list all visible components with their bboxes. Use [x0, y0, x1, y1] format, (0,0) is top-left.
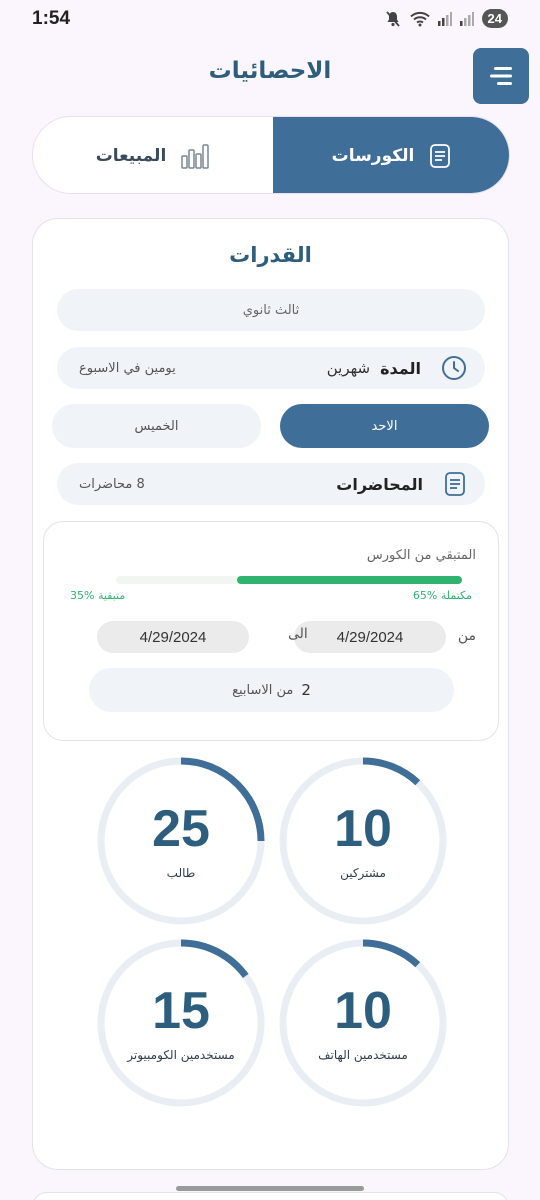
from-date[interactable]: 4/29/2024 [294, 621, 446, 653]
ring-progress-arc [180, 939, 249, 979]
ring-progress-arc [362, 757, 421, 786]
grade-text: ثالث ثانوي [242, 302, 300, 318]
stat-label: مستخدمين الهاتف [318, 1048, 408, 1062]
battery-badge: 24 [481, 9, 508, 28]
to-label: الى [288, 626, 308, 642]
stat-students: 25 طالب [95, 755, 267, 927]
bar-chart-icon [181, 144, 210, 169]
next-card [32, 1192, 509, 1200]
stat-label: مشتركين [340, 866, 386, 880]
remaining-text: 35% متبقية [70, 589, 126, 602]
to-date[interactable]: 4/29/2024 [97, 621, 249, 653]
signal-icon [437, 11, 452, 26]
tab-sales[interactable]: المبيعات [33, 117, 273, 193]
document-icon [445, 472, 465, 496]
course-card: القدرات ثالث ثانوي المدة شهرين يومين في … [32, 218, 509, 1170]
lectures-count: 8 محاضرات [79, 476, 145, 492]
day-thursday-button[interactable]: الخميس [52, 404, 261, 448]
page-title: الاحصائيات [208, 58, 332, 84]
menu-icon [490, 67, 512, 85]
progress-track [116, 576, 462, 584]
status-icons: 24 [384, 9, 508, 28]
duration-label: المدة [380, 358, 421, 378]
stat-phone-users: 10 مستخدمين الهاتف [277, 937, 449, 1109]
course-title: القدرات [229, 243, 312, 267]
stat-value: 10 [334, 800, 392, 858]
menu-button[interactable] [473, 48, 529, 104]
weeks-pill: 2 من الاسابيع [89, 668, 454, 712]
stat-value: 15 [152, 982, 210, 1040]
duration-schedule: يومين في الاسبوع [79, 360, 176, 376]
status-bar: 1:54 24 [0, 0, 540, 40]
stat-computer-users: 15 مستخدمين الكومبيوتر [95, 937, 267, 1109]
day-sunday-button[interactable]: الاحد [280, 404, 489, 448]
duration-value: شهرين [326, 359, 371, 377]
stat-label: مستخدمين الكومبيوتر [127, 1048, 235, 1062]
lectures-row: المحاضرات 8 محاضرات [57, 463, 485, 505]
tab-courses-label: الكورسات [331, 146, 415, 166]
mute-icon [385, 10, 400, 27]
tabs: المبيعات الكورسات [32, 116, 510, 194]
stat-value: 10 [334, 982, 392, 1040]
clock-icon [442, 356, 466, 380]
stat-value: 25 [152, 800, 210, 858]
tab-courses[interactable]: الكورسات [273, 117, 509, 193]
from-label: من [457, 628, 476, 644]
signal-icon-2 [459, 11, 474, 26]
document-icon [430, 144, 451, 168]
stat-subscribers: 10 مشتركين [277, 755, 449, 927]
completed-text: 65% مكتملة [412, 589, 472, 602]
stat-label: طالب [166, 866, 196, 880]
duration-row: المدة شهرين يومين في الاسبوع [57, 347, 485, 389]
home-indicator [176, 1186, 364, 1191]
ring-progress-arc [362, 939, 421, 968]
weeks-count: 2 [301, 681, 311, 699]
status-time: 1:54 [32, 8, 71, 29]
lectures-label: المحاضرات [336, 474, 423, 494]
progress-fill [237, 576, 462, 584]
weeks-label: من الاسابيع [232, 682, 294, 698]
progress-title: المتبقي من الكورس [366, 548, 476, 563]
wifi-icon [409, 11, 430, 26]
progress-box: المتبقي من الكورس 65% مكتملة 35% متبقية … [43, 521, 499, 741]
grade-pill: ثالث ثانوي [57, 289, 485, 331]
tab-sales-label: المبيعات [95, 146, 167, 166]
